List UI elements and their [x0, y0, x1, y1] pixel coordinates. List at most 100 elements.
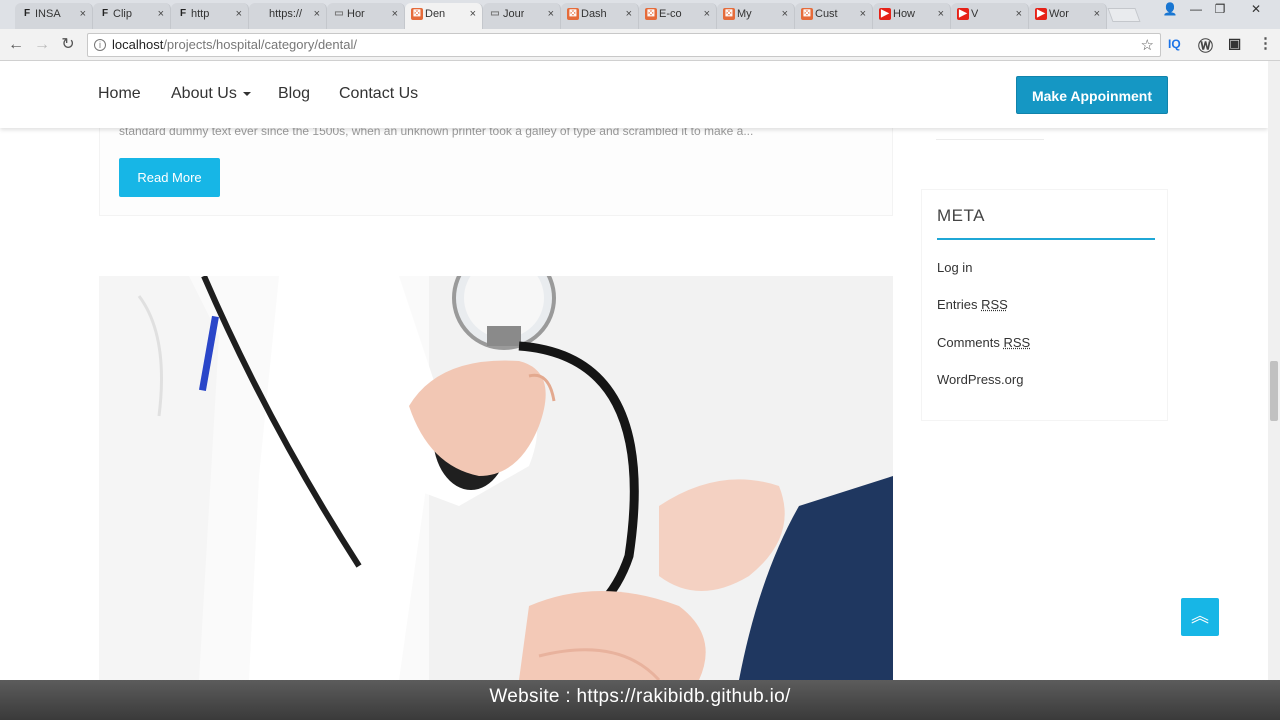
tab-title: Jour [503, 8, 525, 20]
info-icon[interactable]: i [94, 39, 106, 51]
sidebar-divider [936, 139, 1044, 140]
tab-title: INSA [35, 8, 61, 20]
forward-arrow-icon[interactable]: → [32, 35, 52, 55]
url-path: /projects/hospital/category/dental/ [163, 37, 357, 52]
tab-title: How [893, 8, 916, 20]
meta-link-login[interactable]: Log in [937, 260, 972, 275]
browser-tab[interactable]: ▶ V × [951, 3, 1029, 29]
tab-close-icon[interactable]: × [626, 3, 632, 25]
browser-tab[interactable]: Fhttp × [171, 3, 249, 29]
youtube-icon: ▶ [957, 8, 969, 20]
browser-tab[interactable]: ⊠ Dash × [561, 3, 639, 29]
url-host: localhost [112, 37, 164, 52]
meta-title: META [937, 206, 985, 225]
tab-close-icon[interactable]: × [860, 3, 866, 25]
tab-close-icon[interactable]: × [392, 3, 398, 25]
tab-title: Den [425, 8, 446, 20]
youtube-icon: ▶ [1035, 8, 1047, 20]
tab-close-icon[interactable]: × [236, 3, 242, 25]
tab-title: https:// [269, 8, 303, 20]
f-logo-icon: F [23, 8, 31, 19]
profile-icon[interactable]: 👤 [1158, 0, 1182, 20]
xampp-icon: ⊠ [567, 8, 579, 20]
tab-close-icon[interactable]: × [548, 3, 554, 25]
tab-close-icon[interactable]: × [470, 3, 476, 25]
scrollbar-thumb[interactable] [1270, 361, 1278, 421]
tab-close-icon[interactable]: × [938, 3, 944, 25]
browser-tab[interactable]: F Clip × [93, 3, 171, 29]
chevron-up-icon: ︽ [1191, 606, 1209, 626]
make-appointment-button[interactable]: Make Appoinment [1016, 76, 1168, 114]
meta-link-entries-rss[interactable]: Entries RSS [937, 297, 1008, 312]
xampp-icon: ⊠ [801, 8, 813, 20]
iq-extension-icon[interactable]: IQ [1168, 37, 1181, 51]
meta-widget: META Log in Entries RSS Comments RSS Wor… [921, 189, 1168, 421]
tab-close-icon[interactable]: × [1016, 3, 1022, 25]
wordpress-extension-icon[interactable]: Ⓦ [1198, 35, 1213, 56]
nav-about-us[interactable]: About Us [171, 85, 251, 103]
browser-tab[interactable]: F INSA × [15, 3, 93, 29]
tab-close-icon[interactable]: × [782, 3, 788, 25]
page-viewport: standard dummy text ever since the 1500s… [0, 61, 1268, 680]
youtube-icon: ▶ [879, 8, 891, 20]
page-icon: ▭ [490, 8, 500, 19]
browser-tab[interactable]: ▭ Hor × [327, 3, 405, 29]
scroll-to-top-button[interactable]: ︽ [1181, 598, 1219, 636]
tab-close-icon[interactable]: × [158, 3, 164, 25]
address-bar[interactable]: i localhost/projects/hospital/category/d… [87, 33, 1161, 57]
featured-image[interactable] [99, 276, 893, 680]
minimize-icon[interactable]: — [1186, 0, 1206, 20]
tab-title: Hor [347, 8, 365, 20]
browser-tab[interactable]: ▭ Jour × [483, 3, 561, 29]
browser-tab[interactable]: ⊠ My × [717, 3, 795, 29]
video-caption-bar: Website : https://rakibidb.github.io/ [0, 680, 1280, 720]
browser-tab[interactable]: ▶ Wor × [1029, 3, 1107, 29]
tab-close-icon[interactable]: × [80, 3, 86, 25]
browser-tab-strip: F INSA × F Clip × Fhttp × https://× ▭ Hor × ⊠ Den × ▭ Jo… [0, 0, 1280, 29]
xampp-icon: ⊠ [411, 8, 423, 20]
tab-title: E-co [659, 8, 682, 20]
browser-tab[interactable]: ⊠ Cust × [795, 3, 873, 29]
blank-favicon-icon [255, 8, 267, 20]
tab-close-icon[interactable]: × [314, 3, 320, 25]
tab-close-icon[interactable]: × [1094, 3, 1100, 25]
back-arrow-icon[interactable]: ← [6, 35, 26, 55]
meta-link-text: Entries [937, 297, 982, 312]
xampp-icon: ⊠ [723, 8, 735, 20]
nav-home[interactable]: Home [98, 85, 141, 103]
rss-abbr: RSS [1003, 335, 1031, 350]
extension-badge-icon[interactable]: ▣ [1228, 35, 1241, 52]
page-scrollbar[interactable] [1268, 61, 1280, 680]
tab-title: Wor [1049, 8, 1069, 20]
maximize-icon[interactable]: ❐ [1210, 0, 1230, 20]
browser-toolbar: ← → ↻ i localhost/projects/hospital/cate… [0, 29, 1280, 61]
browser-tab[interactable]: https:// × [249, 3, 327, 29]
nav-blog[interactable]: Blog [278, 85, 310, 103]
site-header: Home About Us Blog Contact Us Make Appoi… [0, 61, 1268, 128]
f-logo-icon: F [179, 8, 187, 19]
tab-title: Clip [113, 8, 132, 20]
meta-link-comments-rss[interactable]: Comments RSS [937, 335, 1030, 350]
meta-link-text: Log in [937, 260, 973, 275]
bookmark-star-icon[interactable]: ☆ [1141, 35, 1154, 57]
reload-icon[interactable]: ↻ [58, 35, 78, 55]
f-logo-icon: F [101, 8, 109, 19]
tab-close-icon[interactable]: × [704, 3, 710, 25]
browser-tab[interactable]: ⊠ Den × [405, 3, 483, 29]
meta-link-text: Comments [937, 335, 1004, 350]
new-tab-button[interactable] [1107, 8, 1141, 22]
browser-tab[interactable]: ▶ How × [873, 3, 951, 29]
browser-tab[interactable]: ⊠ E-co × [639, 3, 717, 29]
caption-text: Website : https://rakibidb.github.io/ [489, 686, 791, 707]
nav-contact-us[interactable]: Contact Us [339, 85, 418, 103]
browser-menu-icon[interactable]: ⋮ [1258, 34, 1273, 52]
page-icon: ▭ [334, 8, 344, 19]
meta-underline [937, 238, 1155, 240]
tab-title: http [191, 8, 210, 20]
window-close-icon[interactable]: ✕ [1244, 0, 1268, 20]
caret-down-icon [242, 91, 251, 96]
meta-link-wordpress-org[interactable]: WordPress.org [937, 372, 1023, 387]
tab-title: V [971, 8, 979, 20]
blood-pressure-illustration [99, 276, 893, 680]
read-more-button[interactable]: Read More [119, 158, 220, 197]
